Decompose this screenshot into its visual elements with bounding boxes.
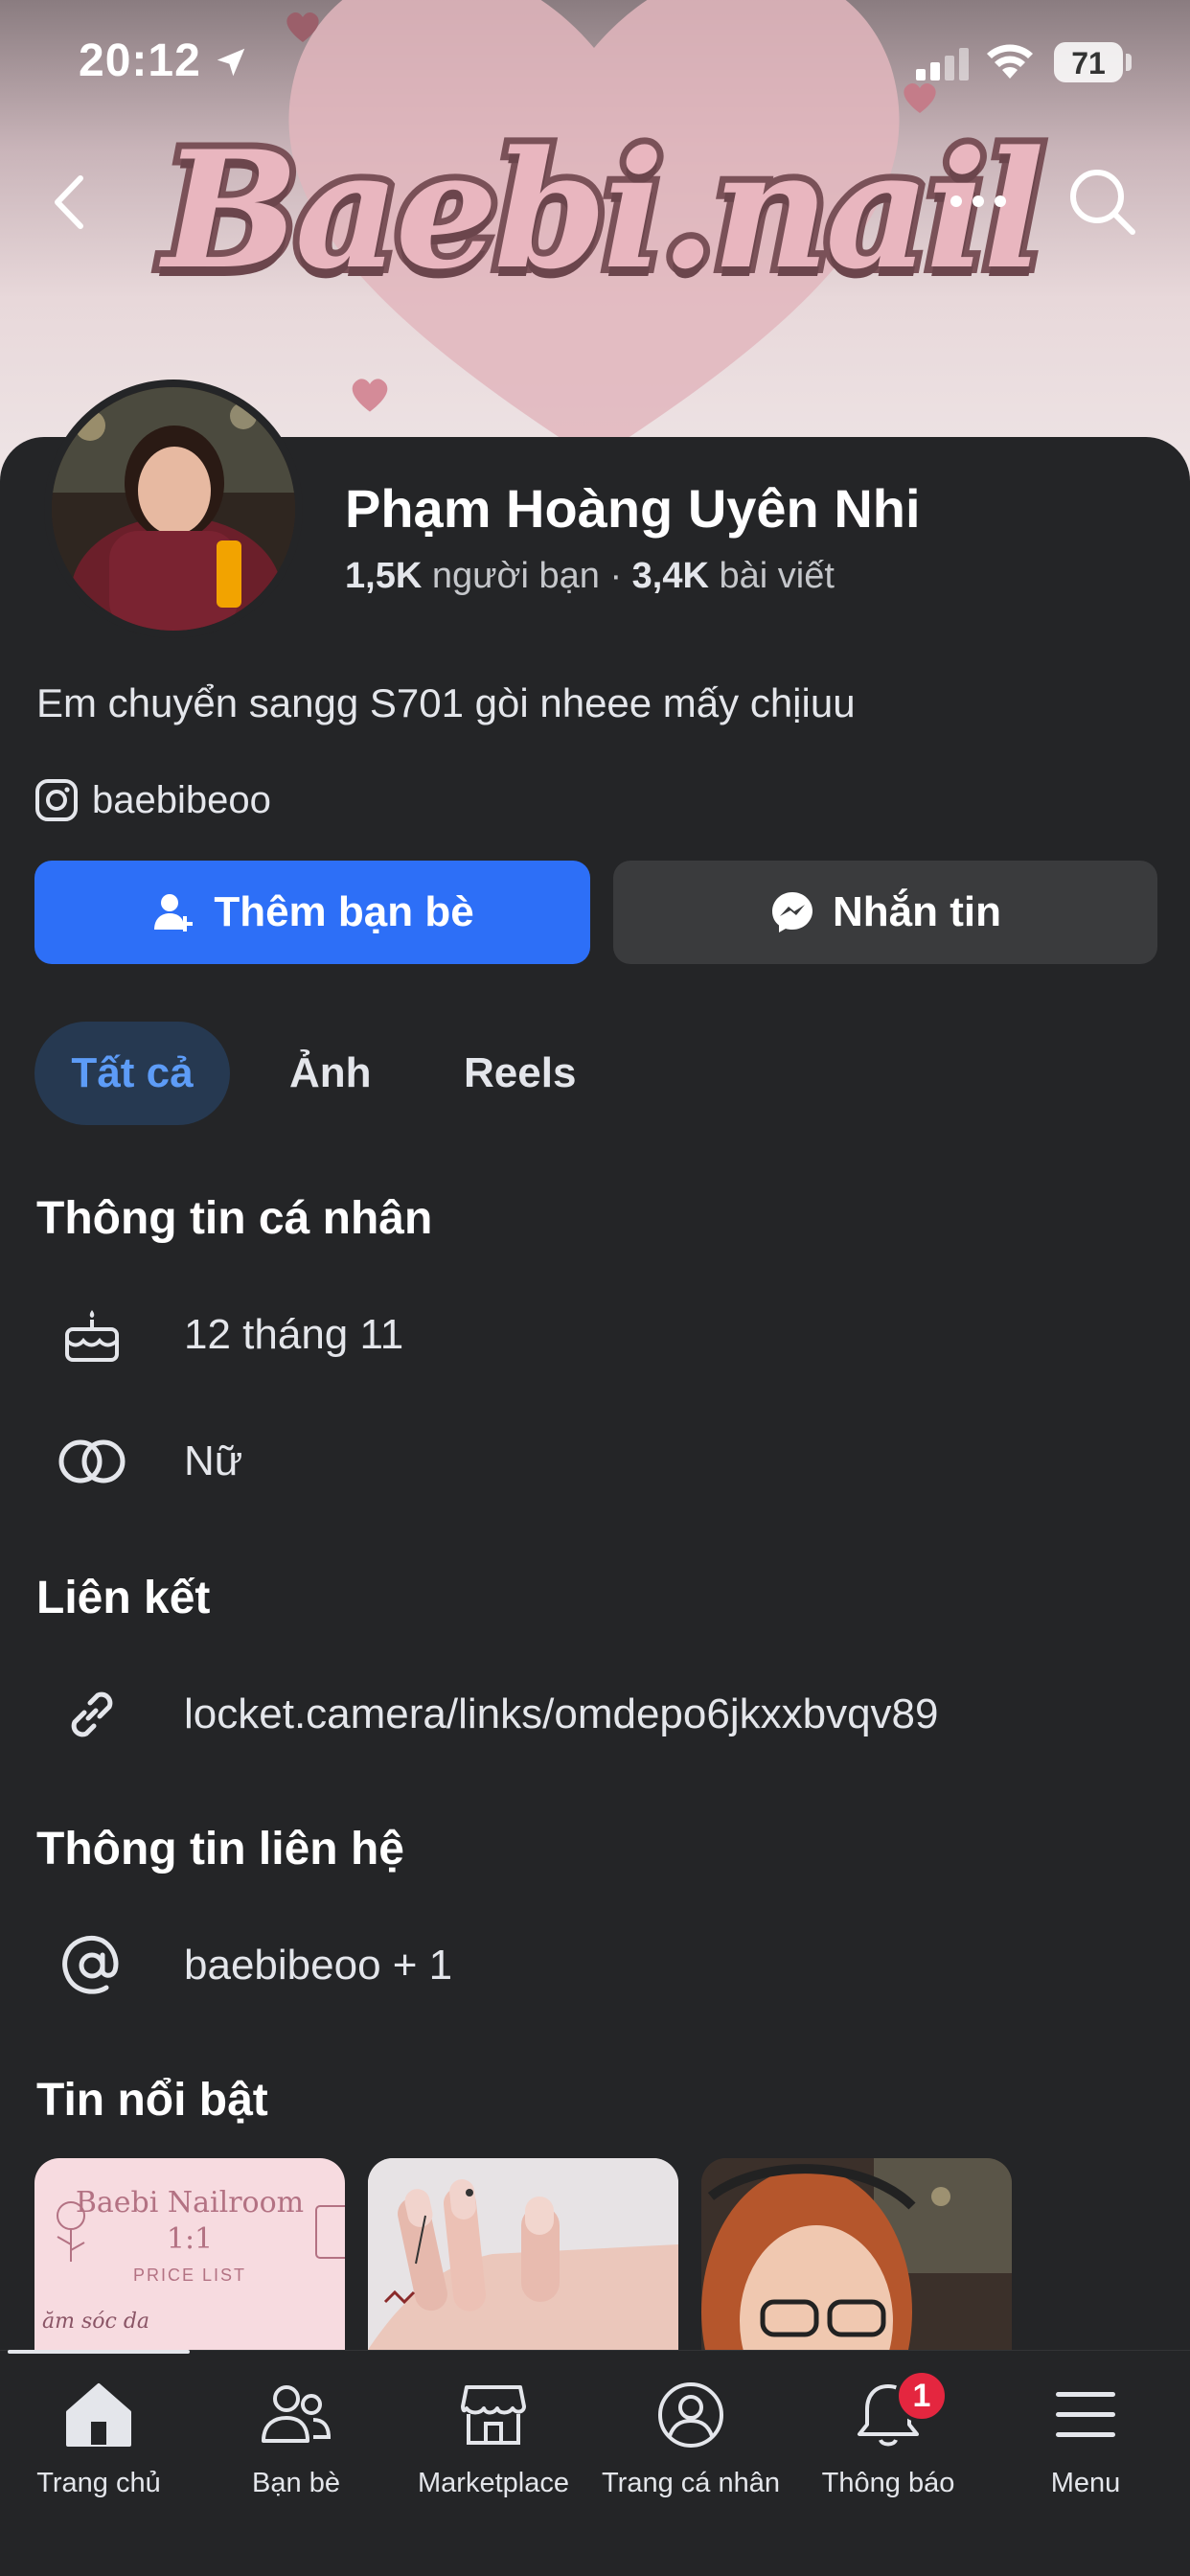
profile-name: Phạm Hoàng Uyên Nhi — [345, 478, 921, 539]
bag-icon — [315, 2205, 345, 2259]
highlights-title: Tin nổi bật — [36, 2075, 268, 2126]
small-heart — [352, 379, 388, 412]
menu-icon — [1045, 2375, 1126, 2454]
nav-menu[interactable]: Menu — [987, 2365, 1184, 2499]
instagram-link[interactable]: baebibeoo — [34, 776, 271, 824]
posts-label: bài viết — [719, 556, 835, 596]
profile-icon — [651, 2375, 731, 2454]
gender-value: Nữ — [184, 1438, 243, 1484]
nav-marketplace[interactable]: Marketplace — [395, 2365, 592, 2499]
add-friend-label: Thêm bạn bè — [214, 888, 474, 935]
more-options-button[interactable] — [943, 180, 1014, 222]
highlight-card[interactable] — [368, 2158, 678, 2350]
birthday-row: 12 tháng 11 — [0, 1292, 1190, 1378]
nav-notifications[interactable]: Thông báo — [790, 2365, 987, 2499]
friends-count[interactable]: 1,5K — [345, 556, 422, 596]
home-icon — [58, 2375, 139, 2454]
wifi-icon — [987, 44, 1033, 79]
highlight-card-text: ăm sóc da — [42, 2310, 150, 2334]
battery-level: 71 — [1071, 46, 1106, 80]
nails-photo — [368, 2158, 678, 2350]
rose-icon — [57, 2201, 85, 2262]
contact-row[interactable]: baebibeoo + 1 — [0, 1922, 1190, 2009]
highlight-card-subtitle: PRICE LIST — [132, 2266, 247, 2285]
instagram-icon — [35, 779, 78, 821]
marketplace-icon — [453, 2375, 534, 2454]
tab-all[interactable]: Tất cả — [34, 1022, 230, 1125]
nav-home[interactable]: Trang chủ — [0, 2365, 197, 2499]
contact-title: Thông tin liên hệ — [36, 1824, 404, 1874]
back-button[interactable] — [42, 169, 100, 236]
location-arrow-icon — [217, 48, 245, 77]
nav-notifications-label: Thông báo — [821, 2468, 955, 2498]
friends-icon — [256, 2375, 336, 2454]
selfie-photo — [701, 2158, 1012, 2350]
personal-info-title: Thông tin cá nhân — [36, 1193, 433, 1244]
links-title: Liên kết — [36, 1573, 211, 1623]
instagram-handle: baebibeoo — [92, 778, 271, 821]
search-button[interactable] — [1065, 165, 1138, 238]
nav-profile-label: Trang cá nhân — [602, 2468, 780, 2498]
contact-value: baebibeoo + 1 — [184, 1942, 453, 1989]
tab-reels[interactable]: Reels — [464, 1022, 576, 1125]
notification-badge: 1 — [895, 2369, 949, 2423]
link-row[interactable]: locket.camera/links/omdepo6jkxxbvqv89 — [0, 1671, 1190, 1758]
add-friend-button[interactable]: Thêm bạn bè — [34, 861, 590, 964]
nav-marketplace-label: Marketplace — [418, 2468, 569, 2498]
nav-menu-label: Menu — [1050, 2468, 1121, 2498]
message-button[interactable]: Nhắn tin — [613, 861, 1157, 964]
highlight-card[interactable]: Baebi Nailroom 1:1 PRICE LIST ăm sóc da — [34, 2158, 345, 2350]
nav-friends-label: Bạn bè — [252, 2468, 340, 2498]
status-time: 20:12 — [79, 35, 201, 86]
battery-icon: 71 — [1054, 42, 1123, 82]
profile-bio: Em chuyển sangg S701 gòi nheee mấy chịiu… — [36, 680, 856, 725]
messenger-icon — [772, 892, 812, 932]
battery-tip — [1126, 54, 1132, 71]
message-label: Nhắn tin — [833, 888, 1001, 935]
at-sign-icon — [54, 1927, 130, 2004]
add-friend-icon — [154, 894, 194, 932]
cellular-signal-icon — [916, 48, 969, 80]
nav-home-label: Trang chủ — [36, 2468, 161, 2498]
birthday-cake-icon — [54, 1297, 130, 1373]
avatar[interactable] — [44, 380, 303, 638]
profile-stats: 1,5K người bạn · 3,4K bài viết — [345, 556, 835, 597]
avatar-image — [52, 387, 295, 631]
nav-profile[interactable]: Trang cá nhân — [592, 2365, 790, 2499]
link-icon — [54, 1676, 130, 1753]
tab-photos[interactable]: Ảnh — [289, 1022, 372, 1125]
nav-friends[interactable]: Bạn bè — [197, 2365, 395, 2499]
stats-separator: · — [609, 556, 623, 596]
birthday-value: 12 tháng 11 — [184, 1311, 404, 1358]
friends-label: người bạn — [431, 556, 600, 596]
gender-icon — [54, 1423, 130, 1500]
status-bar: 20:12 71 — [0, 0, 1190, 134]
gender-row: Nữ — [0, 1418, 1190, 1505]
posts-count: 3,4K — [631, 556, 709, 596]
highlight-card[interactable] — [701, 2158, 1012, 2350]
link-url[interactable]: locket.camera/links/omdepo6jkxxbvqv89 — [184, 1690, 939, 1738]
active-tab-indicator — [8, 2350, 190, 2354]
